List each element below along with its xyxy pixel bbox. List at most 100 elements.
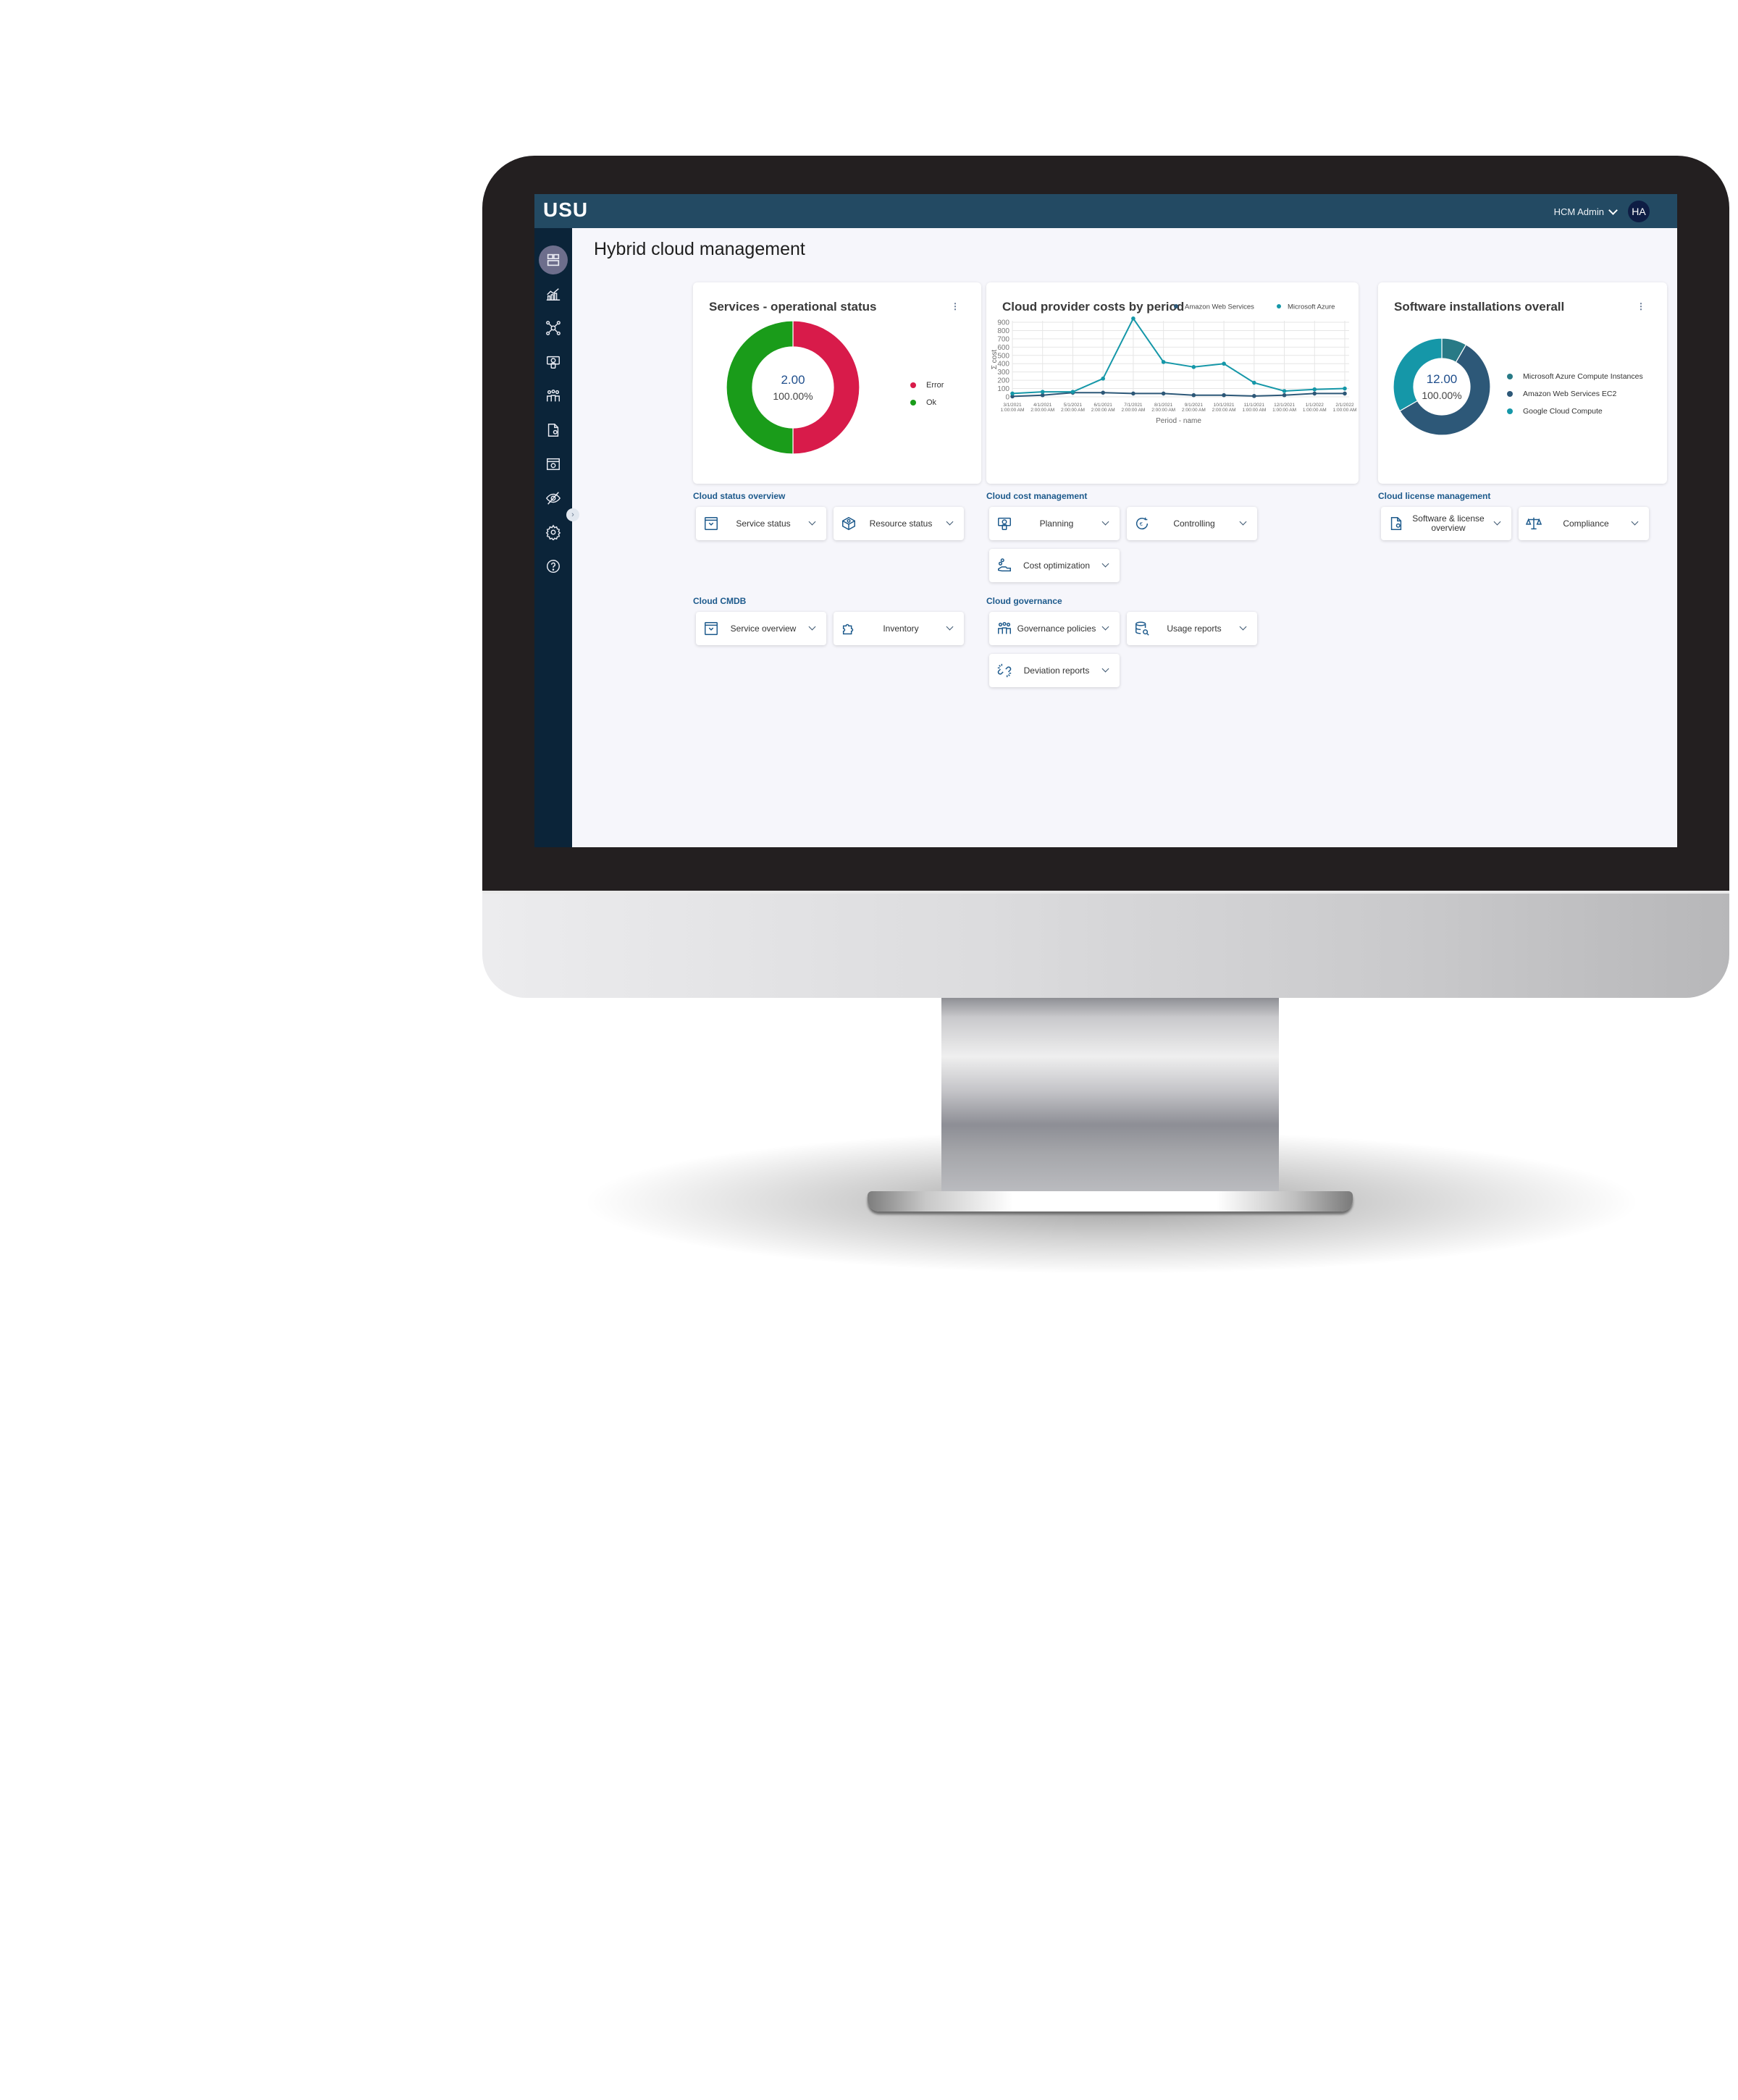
- y-tick-label: 800: [997, 327, 1009, 335]
- avatar[interactable]: HA: [1628, 201, 1650, 222]
- data-point[interactable]: [1131, 316, 1135, 321]
- donut-center-value: 12.00: [1426, 372, 1458, 386]
- donut-center-percent: 100.00%: [773, 390, 813, 402]
- chevron-down-icon[interactable]: [808, 623, 816, 631]
- chevron-down-icon[interactable]: [1101, 518, 1109, 526]
- settings-window-icon: [547, 458, 560, 471]
- y-tick-label: 700: [997, 335, 1009, 343]
- data-point[interactable]: [1282, 389, 1287, 393]
- chevron-down-icon[interactable]: [946, 623, 954, 631]
- chevron-down-icon[interactable]: [1239, 623, 1247, 631]
- data-point[interactable]: [1101, 377, 1105, 381]
- data-point[interactable]: [1040, 390, 1045, 394]
- data-point[interactable]: [1191, 365, 1196, 369]
- section-title-governance: Cloud governance: [986, 596, 1062, 606]
- data-point[interactable]: [1222, 392, 1226, 398]
- y-tick-label: 400: [997, 361, 1009, 369]
- section-title-license-management: Cloud license management: [1378, 491, 1491, 501]
- data-point[interactable]: [1343, 391, 1347, 396]
- sidebar-item-help[interactable]: [539, 552, 568, 581]
- donut-center-percent: 100.00%: [1422, 390, 1462, 401]
- data-point[interactable]: [1312, 387, 1317, 392]
- dashboard-icon: [547, 253, 560, 266]
- sidebar-item-settings-window[interactable]: [539, 450, 568, 479]
- legend-item-ok[interactable]: Ok: [910, 394, 944, 411]
- chevron-down-icon[interactable]: [946, 518, 954, 526]
- legend-dot: [1507, 374, 1513, 379]
- scales-icon: [1525, 516, 1542, 532]
- data-point[interactable]: [1252, 380, 1256, 385]
- tile-resource-status[interactable]: Resource status: [834, 507, 964, 540]
- tile-deviation-reports[interactable]: Deviation reports: [989, 654, 1120, 687]
- data-point[interactable]: [1010, 391, 1015, 396]
- help-icon: [547, 560, 560, 573]
- tile-compliance[interactable]: Compliance: [1519, 507, 1649, 540]
- x-tick-label: 9/1/2021 2:00:00 AM: [1182, 403, 1206, 413]
- tile-controlling[interactable]: € Controlling: [1127, 507, 1257, 540]
- chevron-down-icon[interactable]: [1101, 665, 1109, 673]
- data-point[interactable]: [1252, 394, 1256, 398]
- usu-logo[interactable]: USU: [543, 198, 588, 222]
- sidebar-item-cost-planning[interactable]: [539, 348, 568, 377]
- card-menu-icon[interactable]: ⋮: [1637, 301, 1645, 311]
- donut-center-value: 2.00: [781, 373, 805, 387]
- sidebar-item-licenses[interactable]: [539, 416, 568, 445]
- sidebar-item-settings[interactable]: [539, 518, 568, 547]
- legend-item-error[interactable]: Error: [910, 377, 944, 394]
- card-menu-icon[interactable]: ⋮: [951, 301, 960, 311]
- sidebar-item-people[interactable]: [539, 382, 568, 411]
- tile-service-status[interactable]: Service status: [696, 507, 826, 540]
- tile-inventory[interactable]: Inventory: [834, 612, 964, 645]
- data-point[interactable]: [1070, 390, 1075, 394]
- chevron-down-icon[interactable]: [1631, 518, 1639, 526]
- legend-item-aws-ec2[interactable]: Amazon Web Services EC2: [1507, 385, 1643, 403]
- broken-link-icon: [996, 663, 1012, 679]
- legend-dot: [910, 400, 916, 406]
- data-point[interactable]: [1191, 392, 1196, 398]
- data-point[interactable]: [1343, 386, 1347, 391]
- hand-coins-icon: [996, 558, 1012, 574]
- sidebar-expand-toggle[interactable]: ›: [566, 508, 579, 521]
- sidebar-item-visibility[interactable]: [539, 484, 568, 513]
- series-line-amazon-web-services[interactable]: [1012, 392, 1345, 398]
- user-menu[interactable]: HCM Admin HA: [1554, 201, 1650, 222]
- data-point[interactable]: [1101, 390, 1105, 395]
- x-tick-label: 5/1/2021 2:00:00 AM: [1061, 403, 1085, 413]
- sidebar-item-network[interactable]: [539, 314, 568, 343]
- data-point[interactable]: [1131, 391, 1135, 396]
- user-name[interactable]: HCM Admin: [1554, 206, 1604, 217]
- data-point[interactable]: [1161, 391, 1166, 396]
- sidebar-item-analytics[interactable]: [539, 280, 568, 308]
- data-point[interactable]: [1222, 361, 1226, 366]
- legend-dot: [1277, 304, 1281, 308]
- legend-label[interactable]: Microsoft Azure: [1288, 303, 1335, 311]
- legend-label[interactable]: Amazon Web Services: [1185, 303, 1254, 311]
- chevron-down-icon[interactable]: [1101, 560, 1109, 568]
- data-point[interactable]: [1161, 360, 1166, 364]
- chevron-down-icon[interactable]: [808, 518, 816, 526]
- tile-software-license-overview[interactable]: Software & license overview: [1381, 507, 1511, 540]
- data-point[interactable]: [1312, 391, 1317, 396]
- sidebar-item-dashboard[interactable]: [539, 245, 568, 274]
- chevron-down-icon[interactable]: [1239, 518, 1247, 526]
- series-line-microsoft-azure[interactable]: [1012, 316, 1346, 395]
- tile-usage-reports[interactable]: Usage reports: [1127, 612, 1257, 645]
- x-tick-label: 8/1/2021 2:00:00 AM: [1151, 403, 1175, 413]
- chevron-down-icon[interactable]: [1101, 623, 1109, 631]
- data-point[interactable]: [1282, 392, 1287, 398]
- tile-service-overview[interactable]: Service overview: [696, 612, 826, 645]
- chevron-down-icon[interactable]: [1608, 205, 1618, 215]
- x-tick-label: 2/1/2022 1:00:00 AM: [1333, 403, 1357, 413]
- legend-dot: [1174, 304, 1178, 308]
- legend-item-google-compute[interactable]: Google Cloud Compute: [1507, 403, 1643, 420]
- software-donut: 12.00 100.00%: [1393, 337, 1491, 436]
- chevron-down-icon[interactable]: [1493, 518, 1501, 526]
- y-tick-label: 900: [997, 319, 1009, 327]
- page-title: Hybrid cloud management: [594, 239, 805, 259]
- legend-item-azure-compute[interactable]: Microsoft Azure Compute Instances: [1507, 368, 1643, 385]
- tile-cost-optimization[interactable]: Cost optimization: [989, 549, 1120, 582]
- y-tick-label: 600: [997, 344, 1009, 352]
- tile-planning[interactable]: Planning: [989, 507, 1120, 540]
- monitor-chin: [482, 891, 1729, 998]
- tile-governance-policies[interactable]: Governance policies: [989, 612, 1120, 645]
